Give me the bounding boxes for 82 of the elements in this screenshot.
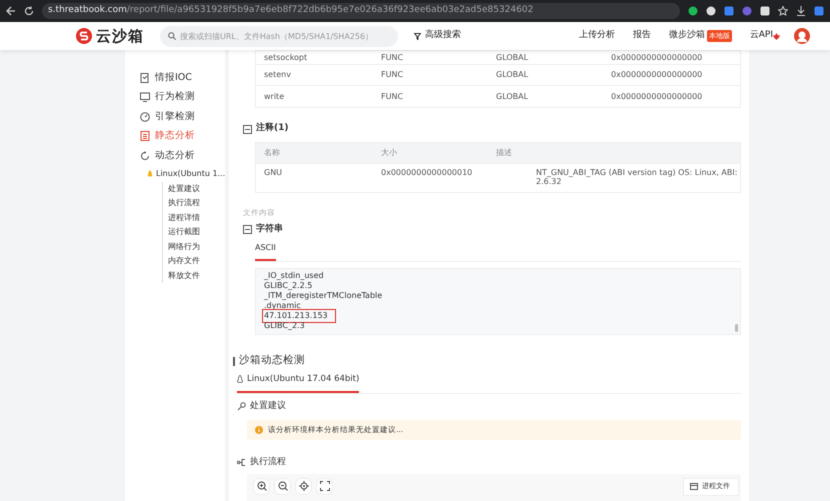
column-header: 大小 — [381, 148, 397, 157]
address-bar[interactable]: s.threatbook.com/report/file/a96531928f5b9a7e6eb8f722db6b95e7e026a36f923ee6ab03e2ad5e85324602 — [42, 3, 680, 19]
table-cell: setsockopt — [264, 52, 308, 62]
sidebar-subitem[interactable]: 内存文件 — [163, 254, 225, 268]
sidebar-item[interactable]: 动态分析 — [125, 146, 225, 166]
sidebar-subitem[interactable]: 运行截图 — [163, 225, 225, 240]
column-header: 描述 — [496, 148, 512, 157]
table-cell: GLOBAL — [496, 92, 528, 100]
window-icon — [690, 482, 698, 490]
sidebar-subitem[interactable]: 处置建议 — [163, 182, 225, 196]
environment-tab[interactable]: Linux(Ubuntu 17.04 64bit) — [237, 369, 360, 393]
star-icon[interactable] — [778, 6, 788, 16]
table-cell: FUNC — [381, 92, 404, 100]
subsection-title: 处置建议 — [250, 400, 286, 413]
fullscreen-icon — [320, 481, 330, 492]
string-line: GLIBC_2.2.5 — [264, 281, 314, 292]
search-icon — [168, 32, 176, 40]
refresh-icon[interactable] — [24, 6, 34, 16]
table-cell: FUNC — [381, 70, 404, 79]
string-line: .dynamic — [264, 301, 302, 312]
list-icon — [140, 131, 150, 142]
flow-icon — [237, 458, 246, 468]
monitor-icon — [140, 92, 150, 102]
toolbar-button[interactable] — [253, 478, 270, 495]
string-line: _IO_stdin_used — [264, 271, 325, 282]
section-title: 沙箱动态检测 — [239, 353, 305, 368]
table-cell: GLOBAL — [496, 70, 528, 79]
gauge-icon — [140, 112, 150, 122]
zoom-out-icon — [278, 481, 288, 492]
string-line: GLIBC_2.3 — [264, 321, 306, 332]
table-cell: GNU — [264, 168, 282, 177]
sidebar-subitem[interactable]: 执行流程 — [163, 196, 225, 210]
linux-icon — [147, 170, 153, 177]
section-title: 注释(1) — [256, 122, 288, 136]
section-title: 字符串 — [256, 222, 283, 236]
sidebar-item[interactable]: 静态分析 — [125, 126, 225, 146]
search-field[interactable]: 搜索或扫描URL、文件Hash（MD5/SHA1/SHA256） — [160, 26, 398, 46]
sidebar-item[interactable]: 引擎检测 — [125, 107, 225, 126]
table-cell: 0x0000000000000000 — [611, 52, 702, 62]
nav-link[interactable]: 云API — [750, 29, 780, 43]
table-cell: write — [264, 92, 284, 100]
advanced-search-link[interactable]: 高级搜索 — [414, 29, 461, 43]
download-icon[interactable] — [796, 6, 806, 16]
back-icon[interactable] — [6, 6, 16, 16]
sidebar-subitem[interactable]: 释放文件 — [163, 268, 225, 283]
target-icon — [298, 481, 308, 492]
table-cell: 0x0000000000000010 — [381, 168, 472, 177]
sidebar-subitem[interactable]: 进程详情 — [163, 210, 225, 225]
table-cell: setenv — [264, 70, 291, 79]
scrollbar-thumb[interactable] — [735, 324, 738, 332]
toolbar-button[interactable] — [316, 478, 333, 495]
collapse-toggle[interactable] — [243, 224, 252, 234]
table-cell: 0x0000000000000000 — [611, 92, 702, 100]
avatar-icon[interactable] — [794, 28, 810, 44]
logo-icon[interactable] — [76, 28, 92, 44]
logo-text[interactable]: 云沙箱 — [96, 24, 144, 48]
document-icon — [140, 72, 150, 83]
tab[interactable]: ASCII — [255, 238, 276, 262]
toolbar-button[interactable] — [274, 478, 291, 495]
cycle-icon — [140, 150, 150, 161]
table-cell: NT_GNU_ABI_TAG (ABI version tag) OS: Linux, ABI: 2.6.32 — [536, 168, 738, 186]
title-bar-mark — [233, 356, 235, 366]
sidebar-subitem[interactable]: 网络行为 — [163, 240, 225, 254]
table-cell: FUNC — [381, 52, 404, 62]
square-icon[interactable] — [814, 6, 824, 16]
leaf-icon — [773, 32, 780, 40]
toolbar-button[interactable] — [295, 478, 312, 495]
string-line: _ITM_deregisterTMCloneTable — [264, 291, 384, 302]
column-header: 名称 — [264, 148, 280, 157]
zoom-in-icon — [256, 481, 266, 492]
nav-link[interactable]: 上传分析 — [578, 29, 615, 43]
info-icon — [255, 426, 263, 434]
table-cell: GLOBAL — [496, 52, 528, 62]
subsection-title: 执行流程 — [250, 456, 286, 469]
collapse-toggle[interactable] — [243, 124, 252, 134]
sidebar-item[interactable]: 行为检测 — [125, 88, 225, 107]
nav-link[interactable]: 报告 — [632, 29, 651, 43]
sidebar-item[interactable]: 情报IOC — [125, 68, 225, 88]
table-cell: 0x0000000000000000 — [611, 70, 702, 79]
linux-icon — [237, 375, 243, 384]
string-line: 47.101.213.153 — [264, 311, 334, 322]
filter-icon — [414, 32, 421, 40]
